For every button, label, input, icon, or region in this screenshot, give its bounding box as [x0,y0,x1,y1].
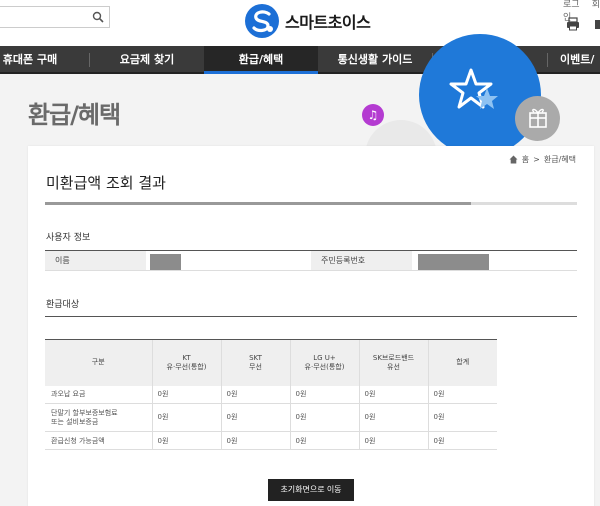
gift-glyph [529,108,547,128]
amount-cell: 0원 [427,431,497,450]
reset-to-home-button[interactable]: 초기화면으로 이동 [268,479,354,501]
header-text: 구분 [91,358,105,367]
refund-table: 구분 KT 유·무선(통합) SKT 무선 LG U+ 유·무선(통합) SK브로드밴드 유선 합… [45,339,497,450]
nav-item-event[interactable]: 이벤트/ [560,46,600,74]
header-text: 합계 [456,358,470,367]
breadcrumb-separator: > [533,155,540,164]
amount-cell: 0원 [151,385,221,404]
header-text: 유·무선(통합) [166,362,207,371]
logo-mark-icon [245,4,279,38]
id-number-value-masked [418,254,489,270]
home-icon[interactable] [509,155,518,164]
breadcrumb: 홈 > 환급/혜택 [509,154,576,165]
table-row: 과오납 요금 0원 0원 0원 0원 0원 [45,385,497,404]
table-header-cell: 구분 [45,339,152,386]
amount-cell: 0원 [289,403,359,432]
table-header-cell: LG U+ 유·무선(통합) [289,339,359,386]
amount-cell: 0원 [220,403,290,432]
name-label: 이름 [45,251,146,270]
table-header-cell: KT 유·무선(통합) [151,339,221,386]
header-text: 유·무선(통합) [304,362,345,371]
table-row: 단말기 할부보증보험료 또는 설비보증금 0원 0원 0원 0원 0원 [45,403,497,432]
nav-item-refund-benefit[interactable]: 환급/혜택 [204,46,318,74]
amount-cell: 0원 [220,385,290,404]
table-header-row: 구분 KT 유·무선(통합) SKT 무선 LG U+ 유·무선(통합) SK브로드밴드 유선 합… [45,339,497,386]
hero-title: 환급/혜택 [28,101,121,129]
table-header-cell: SK브로드밴드 유선 [358,339,428,386]
amount-cell: 0원 [151,431,221,450]
page-title: 미환급액 조회 결과 [46,174,166,192]
breadcrumb-current: 환급/혜택 [543,155,576,164]
header-text: SKT [249,353,262,362]
content-card: 홈 > 환급/혜택 미환급액 조회 결과 사용자 정보 이름 주민등록번호 환급… [28,146,594,506]
row-label: 과오납 요금 [51,390,86,399]
user-info-row: 이름 주민등록번호 [45,251,577,271]
nav-item-plan-search[interactable]: 요금제 찾기 [90,46,204,74]
header-text: SK브로드밴드 [372,353,415,362]
row-label: 또는 설비보증금 [51,417,99,426]
header-text: 유선 [387,362,400,371]
amount-cell: 0원 [358,385,428,404]
refund-section-title: 환급대상 [46,300,80,310]
breadcrumb-home[interactable]: 홈 [522,154,529,165]
row-label: 단말기 할부보증보험료 [51,408,118,417]
table-header-cell: SKT 무선 [220,339,290,386]
amount-cell: 0원 [220,431,290,450]
nav-item-phone-purchase[interactable]: 휴대폰 구매 [0,46,68,74]
row-label-cell: 단말기 할부보증보험료 또는 설비보증금 [45,403,152,432]
amount-cell: 0원 [358,403,428,432]
amount-cell: 0원 [289,385,359,404]
table-row: 환급신청 가능금액 0원 0원 0원 0원 0원 [45,431,497,450]
section-divider [45,316,577,317]
music-note-icon: ♫ [362,104,384,126]
amount-cell: 0원 [289,431,359,450]
gift-icon [515,96,560,141]
header-text: KT [182,353,191,362]
amount-cell: 0원 [427,385,497,404]
printer-icon[interactable] [566,17,580,31]
nav-separator [547,53,548,67]
row-label-cell: 환급신청 가능금액 [45,431,152,450]
progress-fill [45,202,471,205]
amount-cell: 0원 [427,403,497,432]
table-header-cell: 합계 [427,339,497,386]
row-label: 환급신청 가능금액 [51,436,105,445]
logo-text: 스마트초이스 [285,13,371,32]
amount-cell: 0원 [358,431,428,450]
progress-bar [45,202,577,205]
id-number-label: 주민등록번호 [311,251,412,270]
amount-cell: 0원 [151,403,221,432]
user-info-title: 사용자 정보 [46,233,91,243]
nav-item-telecom-guide[interactable]: 통신생활 가이드 [318,46,432,74]
search-icon[interactable] [92,11,104,23]
logo[interactable]: 스마트초이스 [244,3,371,39]
row-label-cell: 과오납 요금 [45,385,152,404]
share-icon[interactable] [594,17,600,31]
header-text: LG U+ [313,353,336,362]
search-box[interactable] [0,6,110,28]
name-value-masked [150,254,181,270]
utility-icons [566,17,600,31]
search-input[interactable] [3,10,93,28]
header-text: 무선 [249,362,262,371]
